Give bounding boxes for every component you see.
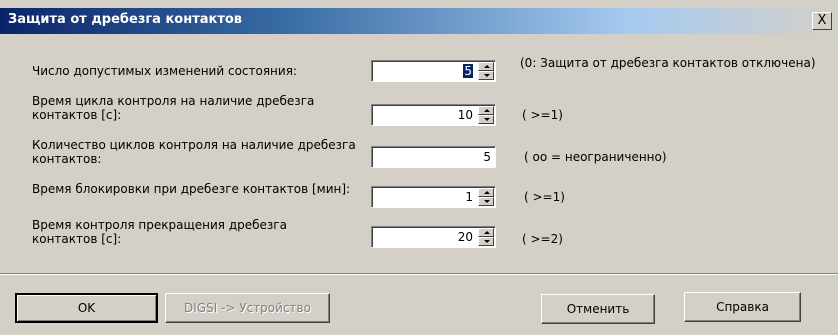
block-time-value: 1 [465, 190, 473, 204]
state-changes-spinner[interactable] [478, 62, 494, 80]
cycle-count-input[interactable]: 5 [371, 146, 496, 168]
state-changes-hint: (0: Защита от дребезга контактов отключе… [520, 56, 816, 70]
dialog-title: Защита от дребезга контактов [8, 12, 243, 27]
block-time-spinner[interactable] [478, 188, 494, 206]
debounce-dialog: Защита от дребезга контактов X Число доп… [0, 0, 838, 335]
block-time-hint: ( >=1) [524, 190, 565, 204]
cycle-time-spinner[interactable] [478, 106, 494, 124]
spin-down-icon[interactable] [478, 237, 494, 246]
spin-down-icon[interactable] [478, 115, 494, 124]
close-button[interactable]: X [812, 12, 832, 30]
field-label-state-changes: Число допустимых изменений состояния: [32, 64, 297, 78]
field-label-cycle-time: Время цикла контроля на наличие дребезга… [32, 94, 315, 122]
cycle-count-value: 5 [483, 150, 491, 164]
button-separator [0, 273, 838, 275]
spin-up-icon[interactable] [478, 228, 494, 237]
close-icon: X [817, 13, 827, 28]
spin-up-icon[interactable] [478, 62, 494, 71]
block-time-stepper[interactable]: 1 [371, 186, 496, 208]
cessation-time-spinner[interactable] [478, 228, 494, 246]
cessation-time-value: 20 [457, 230, 473, 244]
state-changes-stepper[interactable]: 5 [371, 60, 496, 82]
state-changes-value: 5 [463, 64, 473, 78]
cycle-time-stepper[interactable]: 10 [371, 104, 496, 126]
cycle-time-hint: ( >=1) [522, 108, 563, 122]
spin-down-icon[interactable] [478, 71, 494, 80]
field-label-block-time: Время блокировки при дребезге контактов … [32, 182, 351, 196]
ok-button[interactable]: OK [15, 293, 158, 323]
cessation-time-hint: ( >=2) [522, 232, 563, 246]
field-label-cycle-count: Количество циклов контроля на наличие др… [32, 138, 356, 166]
cancel-button[interactable]: Отменить [541, 294, 655, 324]
spin-down-icon[interactable] [478, 197, 494, 206]
cycle-count-hint: ( oo = неограниченно) [524, 150, 667, 164]
title-bar[interactable]: Защита от дребезга контактов X [0, 8, 838, 34]
spin-up-icon[interactable] [478, 188, 494, 197]
cessation-time-stepper[interactable]: 20 [371, 226, 496, 248]
digsi-to-device-button[interactable]: DIGSI -> Устройство [165, 293, 330, 323]
spin-up-icon[interactable] [478, 106, 494, 115]
field-label-cessation-time: Время контроля прекращения дребезга конт… [32, 218, 287, 246]
cycle-time-value: 10 [457, 108, 473, 122]
help-button[interactable]: Справка [684, 292, 801, 322]
